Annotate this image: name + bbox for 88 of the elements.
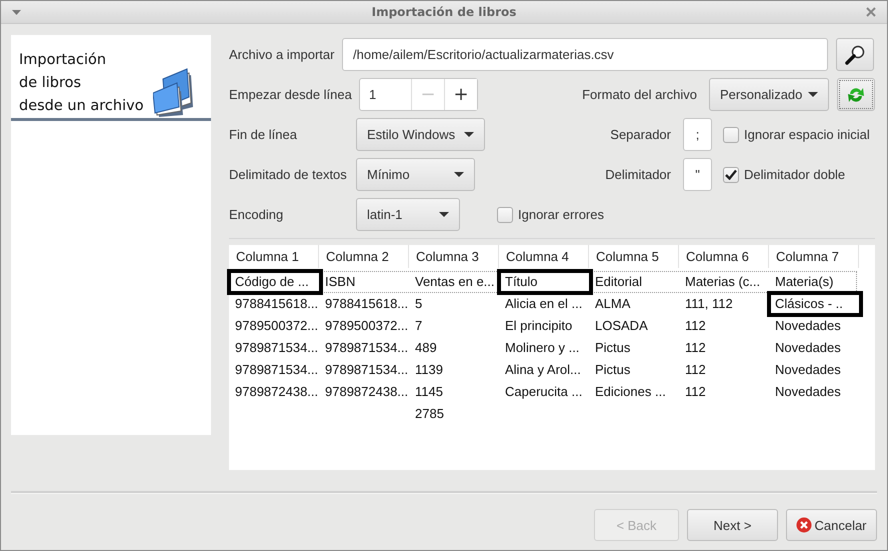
column-header[interactable]: Columna 5 — [589, 245, 679, 268]
table-cell-text: 112 — [684, 339, 707, 357]
input-field[interactable]: ; — [683, 118, 712, 151]
table-cell-text: 1145 — [414, 383, 444, 401]
table-cell-text: Novedades — [774, 383, 842, 401]
field-label: Archivo a importar — [229, 47, 336, 62]
column-header[interactable]: Columna 2 — [319, 245, 409, 268]
table-cell-text: 5 — [414, 295, 424, 313]
column-header[interactable]: Columna 6 — [679, 245, 769, 268]
cancel-button[interactable]: Cancelar — [786, 509, 877, 541]
table-cell: Código de ... — [230, 272, 320, 292]
dropdown[interactable]: Estilo Windows — [356, 118, 485, 151]
table-cell-text: 9788415618... — [324, 295, 410, 313]
table-cell-text: 9789871534... — [234, 361, 320, 379]
increment-button[interactable]: + — [444, 79, 477, 110]
table-cell-text: 9789871534... — [234, 339, 320, 357]
focused-row[interactable]: Código de ... ISBN Ventas en e... Título Editorial Materias (c... Materia(s) — [229, 271, 857, 293]
table-cell-text: Molinero y ... — [504, 339, 580, 357]
table-cell-text: 112 — [684, 383, 707, 401]
table-cell-text: 112 — [684, 361, 707, 379]
table-cell-text: 111, 112 — [684, 295, 734, 313]
field-label: Delimitador — [605, 167, 671, 182]
refresh-button[interactable] — [837, 78, 875, 111]
checkbox-label: Delimitador doble — [744, 167, 846, 182]
cancel-icon — [796, 517, 812, 533]
input-field[interactable]: " — [683, 158, 712, 191]
field-label: Separador — [610, 127, 671, 142]
checkbox-label: Ignorar espacio inicial — [744, 127, 870, 142]
table-cell-text: Alicia en el ... — [504, 295, 584, 313]
table-cell-text: 9789872438... — [234, 383, 320, 401]
table-cell-text: 9789500372... — [324, 317, 410, 335]
table-cell-text: Novedades — [774, 339, 842, 357]
field-label: Fin de línea — [229, 127, 298, 142]
table-cell-text: Ventas en e... — [414, 273, 496, 291]
table-cell-text: 9789500372... — [234, 317, 320, 335]
table-cell-text: Alina y Arol... — [504, 361, 582, 379]
caret-icon — [464, 132, 474, 137]
column-header[interactable]: Columna 7 — [769, 245, 859, 268]
checkbox[interactable] — [723, 166, 739, 182]
dropdown[interactable]: Personalizado — [709, 78, 829, 111]
menu-caret-icon — [12, 10, 21, 15]
check-icon — [725, 169, 737, 180]
table-cell-text: 1139 — [414, 361, 444, 379]
table-cell-text: Pictus — [594, 339, 632, 357]
table-cell-text: 112 — [684, 317, 707, 335]
table-cell-text: 9788415618... — [234, 295, 320, 313]
field-label: Delimitado de textos — [229, 167, 348, 182]
window-title: Importación de libros — [372, 5, 516, 19]
table-cell: Título — [500, 272, 590, 292]
checkbox[interactable] — [723, 126, 739, 142]
column-header[interactable]: Columna 1 — [229, 245, 319, 268]
close-icon[interactable] — [866, 7, 876, 17]
caret-icon — [454, 172, 464, 177]
field-label: Empezar desde línea — [229, 87, 353, 102]
table-cell-text: Caperucita ... — [504, 383, 584, 401]
table-cell-text: 7 — [414, 317, 424, 335]
table-cell: Clásicos - .. — [770, 294, 860, 314]
search-button[interactable] — [836, 38, 874, 71]
field-label: Encoding — [229, 207, 284, 222]
table-cell-text: ALMA — [594, 295, 632, 313]
table-cell-text: Editorial — [594, 273, 643, 291]
column-header[interactable]: Columna 3 — [409, 245, 499, 268]
table-cell-text: Ediciones ... — [594, 383, 667, 401]
field-label: Formato del archivo — [582, 87, 697, 102]
dropdown[interactable]: Mínimo — [356, 158, 475, 191]
table-cell-text: Pictus — [594, 361, 632, 379]
input-field[interactable]: /home/ailem/Escritorio/actualizarmaterias.csv — [342, 38, 828, 71]
sidebar-heading: Importación de libros desde un archivo — [19, 51, 144, 116]
next-button[interactable]: Next > — [687, 509, 778, 541]
checkbox-label: Ignorar errores — [518, 207, 604, 222]
caret-icon — [808, 92, 818, 97]
caret-icon — [439, 212, 449, 217]
table-cell-text: 9789871534... — [324, 339, 410, 357]
search-icon — [845, 44, 865, 64]
table-cell-text: Materias (c... — [684, 273, 762, 291]
dropdown[interactable]: latin-1 — [356, 198, 460, 231]
checkbox[interactable] — [497, 206, 513, 222]
table-cell-text: 489 — [414, 339, 438, 357]
table-cell-text: Materia(s) — [774, 273, 835, 291]
table-cell-text: 9789872438... — [324, 383, 410, 401]
table-cell-text: ISBN — [324, 273, 356, 291]
table-cell-text: 9789871534... — [324, 361, 410, 379]
table-cell-text: LOSADA — [594, 317, 649, 335]
column-header[interactable]: Columna 4 — [499, 245, 589, 268]
table-cell-text: Novedades — [774, 317, 842, 335]
table-cell-text: El principito — [504, 317, 574, 335]
table-cell-text: 2785 — [414, 405, 445, 423]
table-cell-text: Novedades — [774, 361, 842, 379]
